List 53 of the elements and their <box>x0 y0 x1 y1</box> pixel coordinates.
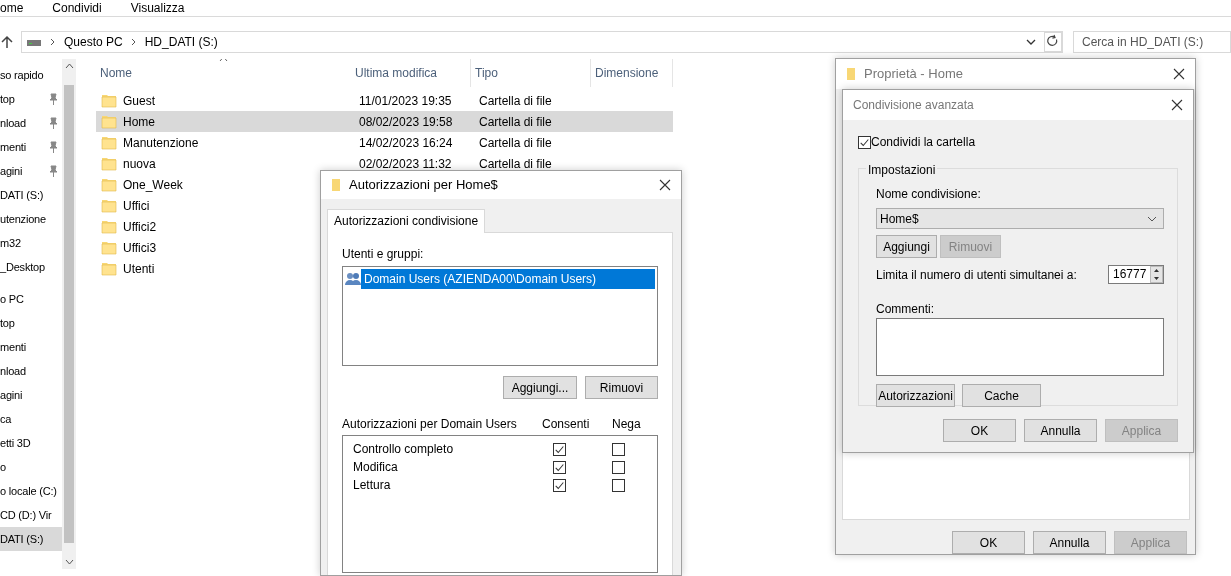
sidebar-item-label: menti <box>0 339 26 355</box>
sidebar-item-label: CD (D:) Vir <box>0 507 52 523</box>
sidebar-item-label: utenzione <box>0 211 46 227</box>
sidebar-item-label: agini <box>0 163 23 179</box>
sidebar-item-label: nload <box>0 115 26 131</box>
field-label: Utenti e gruppi: <box>342 246 425 263</box>
permission-name: Controllo completo <box>353 441 455 458</box>
dialog-title: Proprietà - Home <box>864 65 964 84</box>
field-label: Commenti: <box>876 301 935 318</box>
file-name: Manutenzione <box>123 134 199 152</box>
file-type: Cartella di file <box>479 93 552 108</box>
file-name: One_Week <box>123 176 183 194</box>
file-name: Home <box>123 113 155 131</box>
sidebar-item-label: top <box>0 91 15 107</box>
file-date: 08/02/2023 19:58 <box>359 114 453 129</box>
sidebar-item-label: _Desktop <box>0 259 45 275</box>
dialog-title: Autorizzazioni per Home$ <box>349 176 499 195</box>
file-date: 14/02/2023 16:24 <box>359 135 453 150</box>
file-name: nuova <box>123 155 156 173</box>
dialog-title: Condivisione avanzata <box>853 97 975 114</box>
sidebar-item-label: top <box>0 315 15 331</box>
sidebar-item-label: o <box>0 459 6 475</box>
sidebar-item-label: so rapido <box>0 67 44 83</box>
column-header: Consenti <box>542 416 591 433</box>
sidebar-item-label: DATI (S:) <box>0 187 44 203</box>
field-label: Nome condivisione: <box>876 186 982 203</box>
sidebar-item-label: menti <box>0 139 26 155</box>
checkbox-label: Condividi la cartella <box>871 134 976 151</box>
file-type: Cartella di file <box>479 114 552 129</box>
sidebar-item-label: nload <box>0 363 26 379</box>
sidebar-item-label: o PC <box>0 291 24 307</box>
sidebar-item-label: agini <box>0 387 23 403</box>
sidebar-item-label: ca <box>0 411 12 427</box>
sidebar-item-label: o locale (C:) <box>0 483 57 499</box>
file-name: Uffici2 <box>123 218 157 236</box>
spinner-value: 16777 <box>1112 266 1148 283</box>
file-date: 11/01/2023 19:35 <box>359 93 452 108</box>
sidebar-item-label: etti 3D <box>0 435 31 451</box>
file-name: Uffici3 <box>123 239 157 257</box>
file-date: 02/02/2023 11:32 <box>359 156 452 171</box>
file-name: Guest <box>123 92 155 110</box>
dropdown-value: Home$ <box>880 210 920 228</box>
sidebar-item-label: m32 <box>0 235 21 251</box>
file-type: Cartella di file <box>479 135 552 150</box>
column-header: Autorizzazioni per Domain Users <box>342 416 518 433</box>
permission-name: Lettura <box>353 477 392 494</box>
column-header: Nega <box>612 416 641 433</box>
file-name: Uffici <box>123 197 150 215</box>
file-name: Utenti <box>123 260 155 278</box>
file-type: Cartella di file <box>479 156 552 171</box>
sidebar-item-label: DATI (S:) <box>0 531 44 547</box>
permission-name: Modifica <box>353 459 399 476</box>
field-label: Limita il numero di utenti simultanei a: <box>876 266 1077 284</box>
